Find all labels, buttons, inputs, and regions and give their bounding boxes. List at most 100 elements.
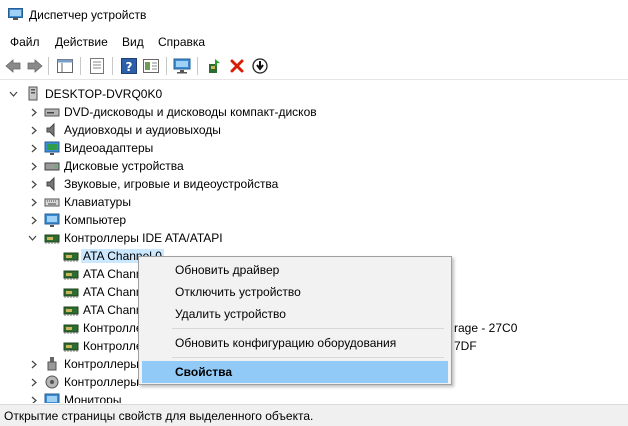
tree-item-label: ATA Chann: [83, 303, 143, 317]
expand-arrow-icon[interactable]: [30, 180, 39, 189]
tree-item-label: Контроллеры: [64, 357, 139, 371]
view-resources-button[interactable]: [142, 57, 160, 75]
ide-controller-icon: [63, 270, 79, 280]
tree-item-label: Звуковые, игровые и видеоустройства: [64, 177, 279, 191]
tree-item-label: Контролле: [83, 339, 143, 353]
storage-controller-icon: [45, 375, 59, 389]
title-bar: Диспетчер устройств: [0, 0, 628, 31]
tree-item-label: Контроллеры: [64, 375, 139, 389]
menu-separator: [172, 328, 444, 329]
menu-item-disable-device[interactable]: Отключить устройство: [142, 281, 448, 303]
expand-arrow-icon[interactable]: [30, 216, 39, 225]
tree-item-label: Контроллеры IDE ATA/ATAPI: [64, 231, 223, 245]
ide-controller-icon: [63, 324, 79, 334]
expand-arrow-icon[interactable]: [30, 396, 39, 403]
help-button[interactable]: ?: [120, 57, 138, 75]
tree-root-label: DESKTOP-DVRQ0K0: [45, 87, 163, 101]
tree-item-label: Контролле: [83, 321, 143, 335]
computer-icon: [28, 86, 38, 101]
ide-controller-icon: [63, 306, 79, 316]
menu-item-label: Отключить устройство: [175, 285, 301, 299]
tree-item-label: Клавиатуры: [64, 195, 131, 209]
tree-item-label: Видеоадаптеры: [64, 141, 154, 155]
menu-item-label: Обновить драйвер: [175, 263, 280, 277]
tree-item-label: DVD-дисководы и дисководы компакт-дисков: [64, 105, 317, 119]
expand-arrow-icon[interactable]: [30, 360, 39, 369]
collapse-arrow-icon[interactable]: [9, 90, 18, 99]
disable-icon: [252, 58, 268, 74]
tree-item-computer[interactable]: Компьютер: [0, 211, 628, 229]
update-driver-icon: [209, 59, 220, 73]
ide-controller-icon: [63, 342, 79, 352]
menu-item-update-driver[interactable]: Обновить драйвер: [142, 259, 448, 281]
context-menu: Обновить драйвер Отключить устройство Уд…: [138, 256, 452, 385]
monitor-icon: [44, 213, 60, 227]
tree-item-label-tail: rage - 27C0: [454, 321, 518, 335]
menu-view[interactable]: Вид: [122, 35, 144, 49]
expand-arrow-icon[interactable]: [30, 144, 39, 153]
expand-arrow-icon[interactable]: [30, 198, 39, 207]
tree-item-label: Мониторы: [64, 393, 122, 403]
window-title: Диспетчер устройств: [29, 8, 147, 22]
dvd-drive-icon: [44, 108, 60, 117]
scan-hardware-button[interactable]: [173, 57, 191, 75]
tree-item-label: Дисковые устройства: [64, 159, 184, 173]
menu-action[interactable]: Действие: [55, 35, 108, 49]
tree-item-sound-devices[interactable]: Звуковые, игровые и видеоустройства: [0, 175, 628, 193]
expand-arrow-icon[interactable]: [30, 126, 39, 135]
back-icon: [5, 59, 21, 73]
tree-item-audio-io[interactable]: Аудиовходы и аудиовыходы: [0, 121, 628, 139]
tree-item-label: ATA Chann: [83, 267, 143, 281]
status-bar: Открытие страницы свойств для выделенног…: [0, 404, 628, 426]
speaker-icon: [46, 176, 55, 192]
forward-icon: [27, 59, 43, 73]
collapse-arrow-icon[interactable]: [28, 234, 37, 243]
ide-controller-icon: [63, 288, 79, 298]
menu-item-label: Удалить устройство: [175, 307, 286, 321]
tree-item-label-tail: 7DF: [454, 339, 477, 353]
ide-controller-icon: [63, 252, 79, 262]
forward-button[interactable]: [26, 57, 44, 75]
monitor-icon: [173, 58, 191, 74]
monitor-icon: [44, 393, 60, 403]
usb-icon: [47, 357, 57, 371]
properties-icon: [90, 58, 104, 74]
menu-file[interactable]: Файл: [10, 35, 40, 49]
keyboard-icon: [44, 198, 60, 207]
tree-item-disk-drives[interactable]: Дисковые устройства: [0, 157, 628, 175]
tree-item-video-adapters[interactable]: Видеоадаптеры: [0, 139, 628, 157]
toolbar: ?: [0, 53, 628, 80]
menu-bar: Файл Действие Вид Справка: [0, 31, 628, 53]
uninstall-icon: [230, 59, 244, 73]
show-hide-console-tree-button[interactable]: [56, 57, 74, 75]
tree-item-label: Компьютер: [64, 213, 127, 227]
expand-arrow-icon[interactable]: [30, 108, 39, 117]
view-resources-icon: [143, 59, 159, 73]
tree-item-label: ATA Chann: [83, 285, 143, 299]
tree-item-dvd[interactable]: DVD-дисководы и дисководы компакт-дисков: [0, 103, 628, 121]
status-text: Открытие страницы свойств для выделенног…: [4, 409, 314, 423]
menu-item-label: Свойства: [175, 365, 233, 379]
disable-device-button[interactable]: [251, 57, 269, 75]
tree-item-monitors[interactable]: Мониторы: [0, 391, 628, 403]
help-icon: ?: [121, 58, 137, 74]
device-manager-icon: [8, 8, 23, 20]
expand-arrow-icon[interactable]: [30, 378, 39, 387]
menu-item-uninstall-device[interactable]: Удалить устройство: [142, 303, 448, 325]
properties-button[interactable]: [88, 57, 106, 75]
menu-item-label: Обновить конфигурацию оборудования: [175, 336, 397, 350]
menu-help[interactable]: Справка: [158, 35, 205, 49]
ide-controller-icon: [44, 234, 60, 244]
menu-item-properties[interactable]: Свойства: [142, 361, 448, 383]
expand-arrow-icon[interactable]: [30, 162, 39, 171]
back-button[interactable]: [4, 57, 22, 75]
menu-separator: [172, 357, 444, 358]
tree-item-label: Аудиовходы и аудиовыходы: [64, 123, 221, 137]
tree-root[interactable]: DESKTOP-DVRQ0K0: [0, 85, 628, 103]
tree-item-keyboards[interactable]: Клавиатуры: [0, 193, 628, 211]
view-icon: [57, 59, 73, 73]
uninstall-device-button[interactable]: [228, 57, 246, 75]
tree-item-ide-controllers[interactable]: Контроллеры IDE ATA/ATAPI: [0, 229, 628, 247]
menu-item-scan-hardware[interactable]: Обновить конфигурацию оборудования: [142, 332, 448, 354]
update-driver-button[interactable]: [205, 57, 223, 75]
